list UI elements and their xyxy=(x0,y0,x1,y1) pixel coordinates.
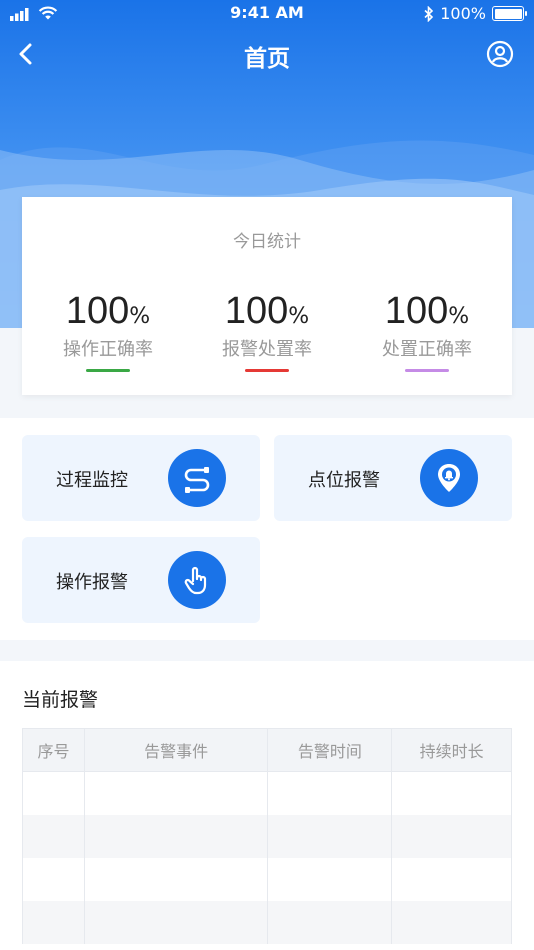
battery-percent: 100% xyxy=(440,4,486,23)
today-stats-card: 今日统计 100% 操作正确率 100% 报警处置率 100% 处置正确率 xyxy=(22,197,512,395)
stat-value: 100 xyxy=(65,290,130,332)
tile-operation-alarm[interactable]: 操作报警 xyxy=(22,537,260,623)
stat-label: 处置正确率 xyxy=(382,339,472,360)
tile-process-monitoring[interactable]: 过程监控 xyxy=(22,435,260,521)
table-row xyxy=(22,857,512,901)
location-bell-icon xyxy=(420,449,478,507)
process-icon xyxy=(168,449,226,507)
tile-label: 操作报警 xyxy=(56,572,128,593)
table-row xyxy=(22,771,512,815)
table-header-row: 序号 告警事件 告警时间 持续时长 xyxy=(22,728,512,772)
tile-label: 过程监控 xyxy=(56,470,128,491)
stat-handling-accuracy: 100% 处置正确率 xyxy=(347,289,507,372)
alarm-table: 序号 告警事件 告警时间 持续时长 xyxy=(22,728,512,944)
stat-unit: % xyxy=(448,304,470,329)
battery-icon xyxy=(492,6,527,21)
stat-unit: % xyxy=(129,304,151,329)
status-bar: 9:41 AM 100% xyxy=(0,0,534,28)
table-row xyxy=(22,900,512,944)
column-header: 告警事件 xyxy=(83,728,269,772)
stat-underline xyxy=(86,369,130,372)
table-row xyxy=(22,814,512,858)
stat-label: 操作正确率 xyxy=(63,339,153,360)
section-title: 当前报警 xyxy=(22,689,99,711)
stat-value: 100 xyxy=(224,290,289,332)
column-header: 持续时长 xyxy=(391,728,512,772)
hand-pointer-icon xyxy=(168,551,226,609)
stats-title: 今日统计 xyxy=(233,232,301,252)
column-header: 序号 xyxy=(22,728,85,772)
page-title: 首页 xyxy=(244,46,290,72)
column-header: 告警时间 xyxy=(267,728,393,772)
tile-label: 点位报警 xyxy=(308,470,380,491)
tile-point-alarm[interactable]: 点位报警 xyxy=(274,435,512,521)
stat-underline xyxy=(245,369,289,372)
stat-operation-accuracy: 100% 操作正确率 xyxy=(28,289,188,372)
stat-underline xyxy=(405,369,449,372)
current-alarms-section: 当前报警 序号 告警事件 告警时间 持续时长 xyxy=(0,661,534,950)
stat-label: 报警处置率 xyxy=(222,339,312,360)
bluetooth-icon xyxy=(424,5,434,22)
nav-bar: 首页 xyxy=(0,30,534,80)
stat-unit: % xyxy=(288,304,310,329)
quick-actions: 过程监控 点位报警 操作报警 xyxy=(0,418,534,640)
stat-alarm-handling-rate: 100% 报警处置率 xyxy=(187,289,347,372)
user-profile-button[interactable] xyxy=(486,40,514,68)
stat-value: 100 xyxy=(384,290,449,332)
